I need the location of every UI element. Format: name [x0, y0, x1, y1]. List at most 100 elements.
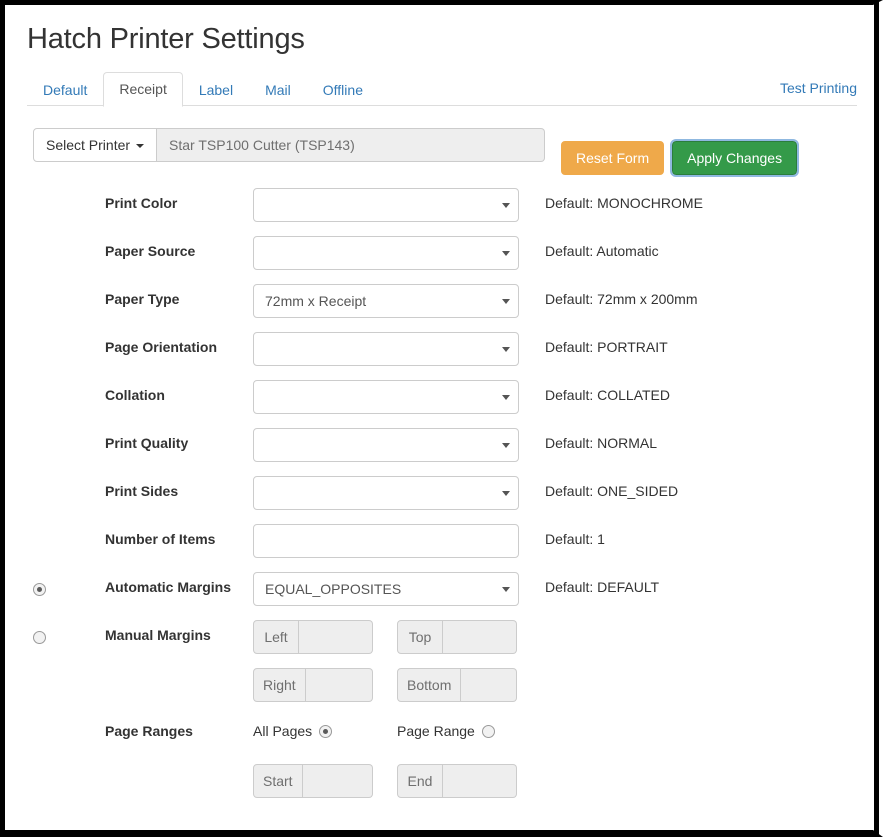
- tab-label[interactable]: Label: [183, 73, 249, 107]
- control-print-quality: [253, 428, 519, 462]
- hint-page-orientation: Default: PORTRAIT: [545, 339, 668, 355]
- all-pages-option[interactable]: All Pages: [253, 723, 397, 739]
- margin-right-input[interactable]: [305, 668, 373, 702]
- page-range-pair: Start End: [253, 764, 519, 798]
- label-print-quality: Print Quality: [105, 435, 189, 451]
- margin-right-group: Right: [253, 668, 373, 702]
- chevron-down-icon: [502, 491, 510, 496]
- reset-form-button[interactable]: Reset Form: [561, 141, 665, 175]
- margin-pair-right-bottom: Right Bottom: [253, 668, 519, 702]
- paper-type-select[interactable]: 72mm x Receipt: [253, 284, 519, 318]
- margin-left-addon: Left: [253, 620, 299, 654]
- all-pages-radio[interactable]: [319, 724, 333, 738]
- label-print-color: Print Color: [105, 195, 178, 211]
- number-of-items-input[interactable]: [253, 524, 519, 558]
- chevron-down-icon: [502, 347, 510, 352]
- tab-default[interactable]: Default: [27, 73, 103, 107]
- hint-automatic-margins: Default: DEFAULT: [545, 579, 660, 595]
- automatic-margins-radio-cell: [33, 581, 49, 599]
- automatic-margins-radio[interactable]: [33, 583, 46, 597]
- automatic-margins-select[interactable]: EQUAL_OPPOSITES: [253, 572, 519, 606]
- chevron-down-icon: [502, 587, 510, 592]
- page-orientation-select[interactable]: [253, 332, 519, 366]
- row-print-color: Print Color Default: MONOCHROME: [5, 188, 873, 222]
- page-range-start-addon: Start: [253, 764, 303, 798]
- manual-margins-radio-cell: [33, 629, 49, 647]
- collation-select[interactable]: [253, 380, 519, 414]
- chevron-down-icon: [136, 143, 145, 148]
- paper-source-select[interactable]: [253, 236, 519, 270]
- print-color-select[interactable]: [253, 188, 519, 222]
- row-page-orientation: Page Orientation Default: PORTRAIT: [5, 332, 873, 366]
- hint-paper-source: Default: Automatic: [545, 243, 659, 259]
- label-spacer-2: [105, 764, 253, 771]
- margin-bottom-group: Bottom: [397, 668, 517, 702]
- form-actions: Reset Form Apply Changes: [561, 139, 800, 177]
- chevron-down-icon: [502, 299, 510, 304]
- printer-settings-page: Hatch Printer Settings Default Receipt L…: [5, 5, 873, 830]
- page-range-label: Page Range: [397, 723, 475, 739]
- margin-bottom-input[interactable]: [461, 668, 517, 702]
- select-printer-label: Select Printer: [46, 137, 131, 153]
- automatic-margins-value: EQUAL_OPPOSITES: [265, 581, 402, 597]
- row-page-ranges: Page Ranges All Pages Page Range: [5, 716, 873, 750]
- hint-collation: Default: COLLATED: [545, 387, 671, 403]
- margin-bottom-addon: Bottom: [397, 668, 462, 702]
- margin-top-group: Top: [397, 620, 517, 654]
- screenshot-frame: Hatch Printer Settings Default Receipt L…: [0, 0, 883, 837]
- label-number-of-items: Number of Items: [105, 531, 216, 547]
- page-range-end-input[interactable]: [443, 764, 517, 798]
- print-sides-select[interactable]: [253, 476, 519, 510]
- label-spacer: [105, 668, 253, 675]
- page-range-option[interactable]: Page Range: [397, 723, 495, 739]
- control-paper-source: [253, 236, 519, 270]
- label-collation: Collation: [105, 387, 165, 403]
- margin-right-addon: Right: [253, 668, 306, 702]
- chevron-down-icon: [502, 203, 510, 208]
- page-range-end-group: End: [397, 764, 517, 798]
- row-manual-margins-second: Right Bottom: [5, 668, 873, 702]
- page-range-start-group: Start: [253, 764, 373, 798]
- row-collation: Collation Default: COLLATED: [5, 380, 873, 414]
- row-paper-source: Paper Source Default: Automatic: [5, 236, 873, 270]
- margin-left-input[interactable]: [299, 620, 373, 654]
- row-print-quality: Print Quality Default: NORMAL: [5, 428, 873, 462]
- select-printer-button[interactable]: Select Printer: [33, 128, 158, 162]
- control-print-sides: [253, 476, 519, 510]
- control-automatic-margins: EQUAL_OPPOSITES: [253, 572, 519, 606]
- page-range-start-input[interactable]: [302, 764, 373, 798]
- label-manual-margins: Manual Margins: [105, 627, 211, 643]
- hint-print-sides: Default: ONE_SIDED: [545, 483, 679, 499]
- all-pages-label: All Pages: [253, 723, 313, 739]
- hint-number-of-items: Default: 1: [545, 531, 605, 547]
- tab-list: Default Receipt Label Mail Offline: [27, 72, 857, 107]
- row-manual-margins: Manual Margins Left Top: [5, 620, 873, 654]
- row-page-range-inputs: Start End: [5, 764, 873, 798]
- print-quality-select[interactable]: [253, 428, 519, 462]
- manual-margins-radio[interactable]: [33, 631, 46, 645]
- tab-mail[interactable]: Mail: [249, 73, 307, 107]
- paper-type-value: 72mm x Receipt: [265, 293, 367, 309]
- tab-receipt[interactable]: Receipt: [103, 72, 183, 107]
- control-paper-type: 72mm x Receipt: [253, 284, 519, 318]
- test-printing-link[interactable]: Test Printing: [780, 80, 857, 96]
- label-print-sides: Print Sides: [105, 483, 179, 499]
- page-ranges-options: All Pages Page Range: [253, 716, 519, 739]
- tab-offline[interactable]: Offline: [307, 73, 379, 107]
- apply-changes-button[interactable]: Apply Changes: [670, 139, 800, 177]
- margin-top-input[interactable]: [443, 620, 517, 654]
- page-range-radio[interactable]: [481, 724, 495, 738]
- margin-pair-left-top: Left Top: [253, 620, 519, 654]
- selected-printer-field: Star TSP100 Cutter (TSP143): [157, 128, 546, 162]
- hint-print-color: Default: MONOCHROME: [545, 195, 703, 211]
- margin-top-addon: Top: [397, 620, 443, 654]
- tab-bar: Default Receipt Label Mail Offline Test …: [27, 72, 857, 107]
- hint-paper-type: Default: 72mm x 200mm: [545, 291, 698, 307]
- page-range-end-addon: End: [397, 764, 443, 798]
- margin-left-group: Left: [253, 620, 373, 654]
- control-collation: [253, 380, 519, 414]
- control-manual-margins-bottom-row: Right Bottom: [253, 668, 519, 702]
- chevron-down-icon: [502, 251, 510, 256]
- chevron-down-icon: [502, 395, 510, 400]
- hint-print-quality: Default: NORMAL: [545, 435, 658, 451]
